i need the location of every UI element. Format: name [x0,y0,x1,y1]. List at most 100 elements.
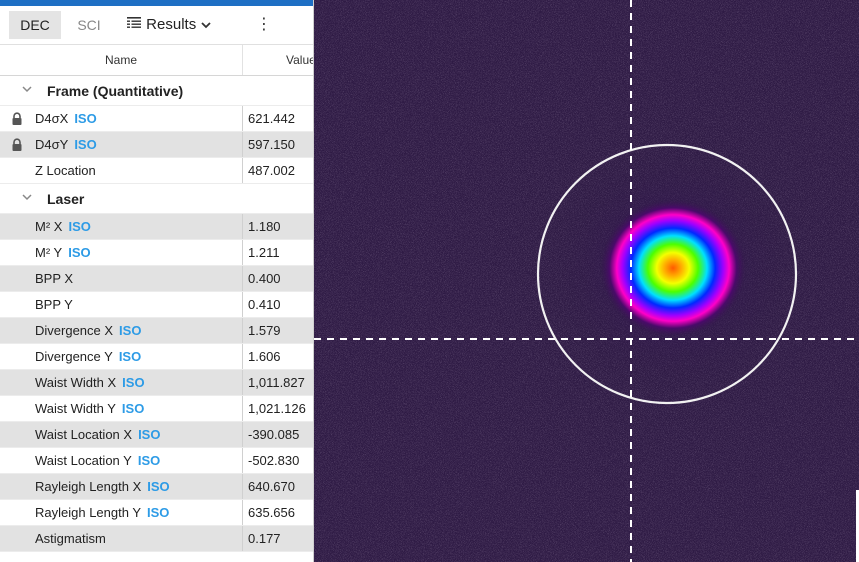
group-label: Laser [47,191,85,207]
table-row-divergence-y[interactable]: Divergence Y ISO 1.606 [0,344,314,370]
row-value: 0.410 [242,292,314,317]
row-value: 621.442 [242,106,314,131]
beam-profile [599,198,747,338]
row-name: Astigmatism [35,526,106,551]
table-row-d4sigmax[interactable]: D4σX ISO 621.442 [0,106,314,132]
row-name-text: Waist Width Y [35,401,116,416]
list-icon [127,17,141,28]
row-name-text: BPP X [35,271,74,286]
table-row-m2-x[interactable]: M² X ISO 1.180 [0,214,314,240]
row-name: M² X ISO [35,214,91,239]
row-name-text: Astigmatism [35,531,106,546]
lock-icon[interactable] [10,138,24,152]
group-header-laser[interactable]: Laser [0,184,314,214]
table-row-rayleigh-length-y[interactable]: Rayleigh Length Y ISO 635.656 [0,500,314,526]
row-value: 597.150 [242,132,314,157]
group-label: Frame (Quantitative) [47,83,184,99]
row-name-text: Waist Location Y [35,453,132,468]
iso-badge[interactable]: ISO [119,349,141,364]
row-value: 0.400 [242,266,314,291]
row-name-text: Divergence X [35,323,114,338]
table-row-bpp-y[interactable]: BPP Y 0.410 [0,292,314,318]
results-label: Results [146,16,197,33]
row-value: 640.670 [242,474,314,499]
chevron-down-icon[interactable] [21,184,33,214]
table-row-astigmatism[interactable]: Astigmatism 0.177 [0,526,314,552]
row-value: 1.211 [242,240,314,265]
iso-badge[interactable]: ISO [147,479,169,494]
sci-button[interactable]: SCI [66,11,112,39]
row-name-text: Waist Width X [35,375,117,390]
row-value: 1.180 [242,214,314,239]
table-row-m2-y[interactable]: M² Y ISO 1.211 [0,240,314,266]
table-row-divergence-x[interactable]: Divergence X ISO 1.579 [0,318,314,344]
row-name: Waist Width Y ISO [35,396,144,421]
row-value: 1.606 [242,344,314,369]
results-table: Frame (Quantitative) D4σX ISO 621.442 D4σY IS… [0,76,314,552]
row-name-text: Waist Location X [35,427,133,442]
row-value: -390.085 [242,422,314,447]
table-row-waist-width-x[interactable]: Waist Width X ISO 1,011.827 [0,370,314,396]
row-value: 0.177 [242,526,314,551]
table-row-d4sigmay[interactable]: D4σY ISO 597.150 [0,132,314,158]
iso-badge[interactable]: ISO [122,401,144,416]
row-value: 1,021.126 [242,396,314,421]
row-name: Z Location [35,158,96,183]
results-dropdown[interactable]: Results [126,11,226,39]
table-row-bpp-x[interactable]: BPP X 0.400 [0,266,314,292]
row-name: BPP X [35,266,73,291]
more-options-icon[interactable]: ⋮ [252,11,276,39]
iso-badge[interactable]: ISO [68,219,90,234]
row-value: -502.830 [242,448,314,473]
beam-image [314,0,859,562]
results-panel: DEC SCI Results ⋮ Name Value Frame (Quan… [0,0,314,562]
iso-badge[interactable]: ISO [119,323,141,338]
lock-icon[interactable] [10,112,24,126]
row-name: Divergence Y ISO [35,344,141,369]
table-row-waist-location-x[interactable]: Waist Location X ISO -390.085 [0,422,314,448]
row-name: Divergence X ISO [35,318,141,343]
row-name: Waist Width X ISO [35,370,145,395]
column-header-name[interactable]: Name [0,45,243,75]
iso-badge[interactable]: ISO [122,375,144,390]
row-name-text: M² Y [35,245,63,260]
row-name-text: D4σY [35,137,69,152]
iso-badge[interactable]: ISO [74,111,96,126]
row-name-text: Divergence Y [35,349,113,364]
row-name: D4σY ISO [35,132,97,157]
row-name-text: M² X [35,219,63,234]
beam-image-view[interactable] [314,0,859,562]
row-value: 1.579 [242,318,314,343]
dec-button[interactable]: DEC [9,11,61,39]
row-value: 487.002 [242,158,314,183]
table-header: Name Value [0,45,314,76]
chevron-down-icon [201,22,212,29]
row-name: D4σX ISO [35,106,97,131]
table-row-z-location[interactable]: Z Location 487.002 [0,158,314,184]
table-row-rayleigh-length-x[interactable]: Rayleigh Length X ISO 640.670 [0,474,314,500]
chevron-down-icon[interactable] [21,76,33,106]
row-name-text: BPP Y [35,297,73,312]
column-header-value[interactable]: Value [286,45,314,75]
iso-badge[interactable]: ISO [74,137,96,152]
row-name-text: D4σX [35,111,69,126]
iso-badge[interactable]: ISO [68,245,90,260]
row-name: Rayleigh Length Y ISO [35,500,169,525]
app-root: DEC SCI Results ⋮ Name Value Frame (Quan… [0,0,859,562]
table-row-waist-location-y[interactable]: Waist Location Y ISO -502.830 [0,448,314,474]
iso-badge[interactable]: ISO [147,505,169,520]
row-name-text: Z Location [35,163,96,178]
table-row-waist-width-y[interactable]: Waist Width Y ISO 1,021.126 [0,396,314,422]
row-name: BPP Y [35,292,73,317]
row-name: M² Y ISO [35,240,91,265]
row-name: Waist Location X ISO [35,422,160,447]
row-value: 635.656 [242,500,314,525]
group-header-frame[interactable]: Frame (Quantitative) [0,76,314,106]
results-toolbar: DEC SCI Results ⋮ [0,6,314,45]
row-name: Waist Location Y ISO [35,448,160,473]
row-name-text: Rayleigh Length Y [35,505,142,520]
iso-badge[interactable]: ISO [138,453,160,468]
iso-badge[interactable]: ISO [138,427,160,442]
row-name: Rayleigh Length X ISO [35,474,170,499]
row-value: 1,011.827 [242,370,314,395]
